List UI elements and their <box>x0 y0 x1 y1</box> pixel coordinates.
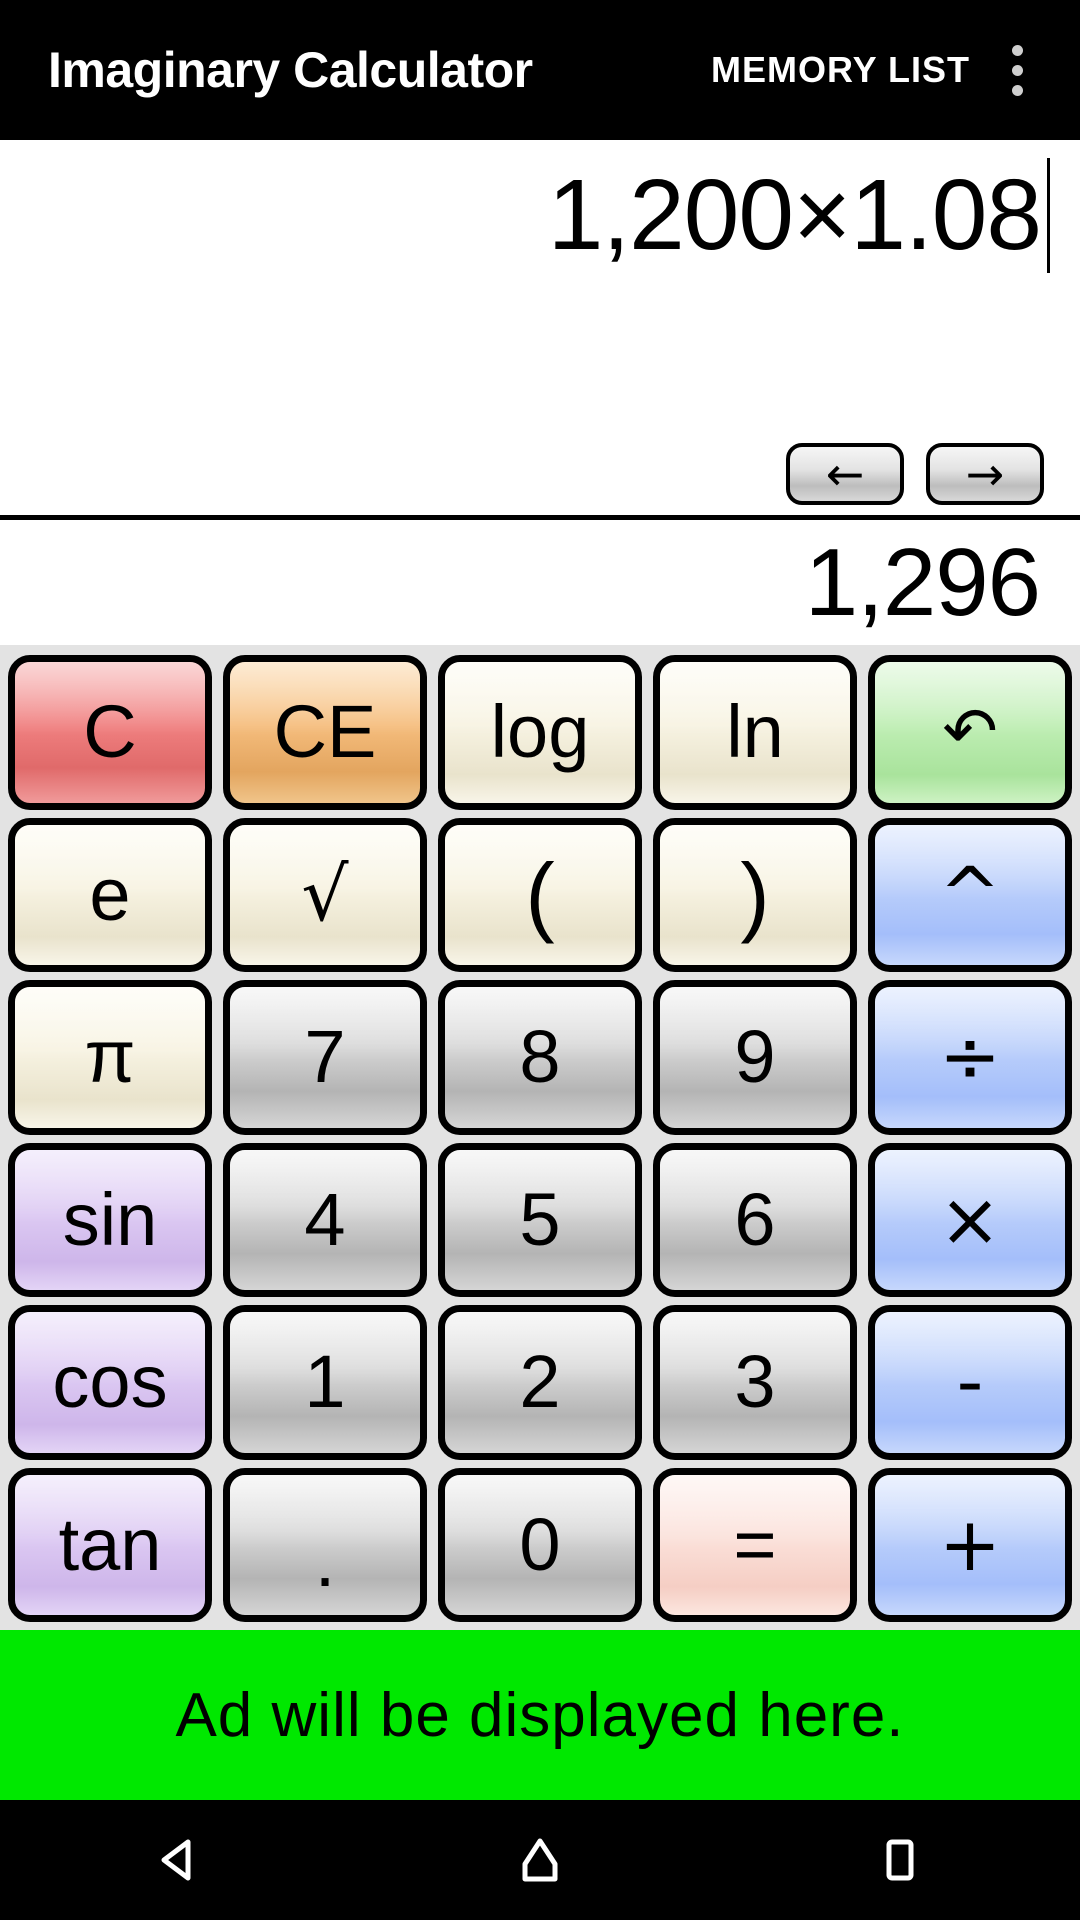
power-button-label: ^ <box>938 851 1001 938</box>
digit-7-button-label: 7 <box>304 1015 346 1099</box>
square-root-button[interactable]: √ <box>223 817 427 972</box>
home-icon <box>522 1838 558 1882</box>
nav-home-button[interactable] <box>360 1834 720 1886</box>
digit-7-button[interactable]: 7 <box>223 980 427 1135</box>
arrow-left-icon: ← <box>825 447 865 501</box>
digit-5-button[interactable]: 5 <box>438 1142 642 1297</box>
digit-6-button[interactable]: 6 <box>653 1142 857 1297</box>
digit-3-button[interactable]: 3 <box>653 1305 857 1460</box>
digit-8-button[interactable]: 8 <box>438 980 642 1135</box>
ad-banner-text: Ad will be displayed here. <box>175 1680 905 1750</box>
log-button[interactable]: log <box>438 655 642 810</box>
sin-button[interactable]: sin <box>8 1142 212 1297</box>
clear-entry-button[interactable]: CE <box>223 655 427 810</box>
digit-9-button[interactable]: 9 <box>653 980 857 1135</box>
expression-line: 1,200×1.08 <box>0 140 1080 273</box>
pi-button[interactable]: π <box>8 980 212 1135</box>
keypad-row: e √ () ^ <box>8 817 1072 972</box>
divide-button-label: ÷ <box>938 1014 1001 1101</box>
keypad-row: π 7 8 9 ÷ <box>8 980 1072 1135</box>
digit-2-button[interactable]: 2 <box>438 1305 642 1460</box>
euler-button[interactable]: e <box>8 817 212 972</box>
keypad-row: sin 4 5 6 × <box>8 1142 1072 1297</box>
digit-2-button-label: 2 <box>519 1340 561 1424</box>
digit-5-button-label: 5 <box>519 1177 561 1261</box>
open-paren-button[interactable]: ( <box>438 817 642 972</box>
subtract-button[interactable]: - <box>868 1305 1072 1460</box>
digit-3-button-label: 3 <box>734 1340 776 1424</box>
ln-button-label: ln <box>726 690 784 774</box>
expression-spacer <box>0 273 1080 443</box>
cos-button-label: cos <box>52 1340 168 1424</box>
tan-button-label: tan <box>58 1502 162 1586</box>
digit-6-button-label: 6 <box>734 1177 776 1261</box>
tan-button[interactable]: tan <box>8 1467 212 1622</box>
digit-0-button-label: 0 <box>519 1502 561 1586</box>
power-button[interactable]: ^ <box>868 817 1072 972</box>
keypad-row: cos 1 2 3 - <box>8 1305 1072 1460</box>
equals-button[interactable]: = <box>653 1467 857 1622</box>
keypad: C CE log ln ↶ e √ () ^ π 7 8 9 ÷ sin 4 5 6 × cos 1 2 3 - tan. 0 = + <box>0 645 1080 1630</box>
result-area: 1,296 <box>0 520 1080 645</box>
ad-banner[interactable]: Ad will be displayed here. <box>0 1630 1080 1800</box>
app-bar: Imaginary Calculator MEMORY LIST <box>0 0 1080 140</box>
decimal-point-button[interactable]: . <box>223 1467 427 1622</box>
digit-1-button[interactable]: 1 <box>223 1305 427 1460</box>
nav-back-button[interactable] <box>0 1834 360 1886</box>
euler-button-label: e <box>89 852 131 936</box>
open-paren-button-label: ( <box>525 844 555 944</box>
sin-button-label: sin <box>62 1177 158 1261</box>
add-button-label: + <box>938 1501 1001 1588</box>
multiply-button-label: × <box>938 1176 1001 1263</box>
decimal-point-button-label: . <box>314 1518 336 1602</box>
digit-9-button-label: 9 <box>734 1015 776 1099</box>
arrow-right-icon: → <box>965 447 1005 501</box>
digit-8-button-label: 8 <box>519 1015 561 1099</box>
app-title: Imaginary Calculator <box>48 42 533 98</box>
close-paren-button[interactable]: ) <box>653 817 857 972</box>
pi-button-label: π <box>84 1015 136 1099</box>
add-button[interactable]: + <box>868 1467 1072 1622</box>
more-vert-dot <box>1011 84 1023 96</box>
log-button-label: log <box>490 690 590 774</box>
undo-button-label: ↶ <box>942 693 998 771</box>
more-vert-dot <box>1011 44 1023 56</box>
square-root-button-label: √ <box>301 851 349 938</box>
result-text: 1,296 <box>804 528 1041 636</box>
digit-4-button[interactable]: 4 <box>223 1142 427 1297</box>
subtract-button-label: - <box>956 1339 984 1426</box>
clear-button[interactable]: C <box>8 655 212 810</box>
system-navigation-bar <box>0 1800 1080 1920</box>
equals-button-label: = <box>733 1502 777 1586</box>
nav-recents-button[interactable] <box>720 1834 1080 1886</box>
expression-area[interactable]: 1,200×1.08 ← → <box>0 140 1080 515</box>
undo-button[interactable]: ↶ <box>868 655 1072 810</box>
cursor-nav-group: ← → <box>0 443 1080 515</box>
keypad-row: tan. 0 = + <box>8 1467 1072 1622</box>
keypad-row: C CE log ln ↶ <box>8 655 1072 810</box>
more-vert-icon[interactable] <box>980 27 1054 113</box>
digit-0-button[interactable]: 0 <box>438 1467 642 1622</box>
more-vert-dot <box>1011 64 1023 76</box>
divide-button[interactable]: ÷ <box>868 980 1072 1135</box>
recents-square-icon <box>886 1839 914 1881</box>
multiply-button[interactable]: × <box>868 1142 1072 1297</box>
digit-1-button-label: 1 <box>304 1340 346 1424</box>
back-triangle-icon <box>161 1839 191 1881</box>
memory-list-button[interactable]: MEMORY LIST <box>701 31 980 109</box>
ln-button[interactable]: ln <box>653 655 857 810</box>
cos-button[interactable]: cos <box>8 1305 212 1460</box>
clear-button-label: C <box>83 690 137 774</box>
close-paren-button-label: ) <box>740 844 770 944</box>
calculator-app-screen: Imaginary Calculator MEMORY LIST 1,200×1… <box>0 0 1080 1920</box>
cursor-left-button[interactable]: ← <box>786 443 904 505</box>
expression-text[interactable]: 1,200×1.08 <box>548 158 1050 273</box>
cursor-right-button[interactable]: → <box>926 443 1044 505</box>
digit-4-button-label: 4 <box>304 1177 346 1261</box>
clear-entry-button-label: CE <box>273 690 377 774</box>
